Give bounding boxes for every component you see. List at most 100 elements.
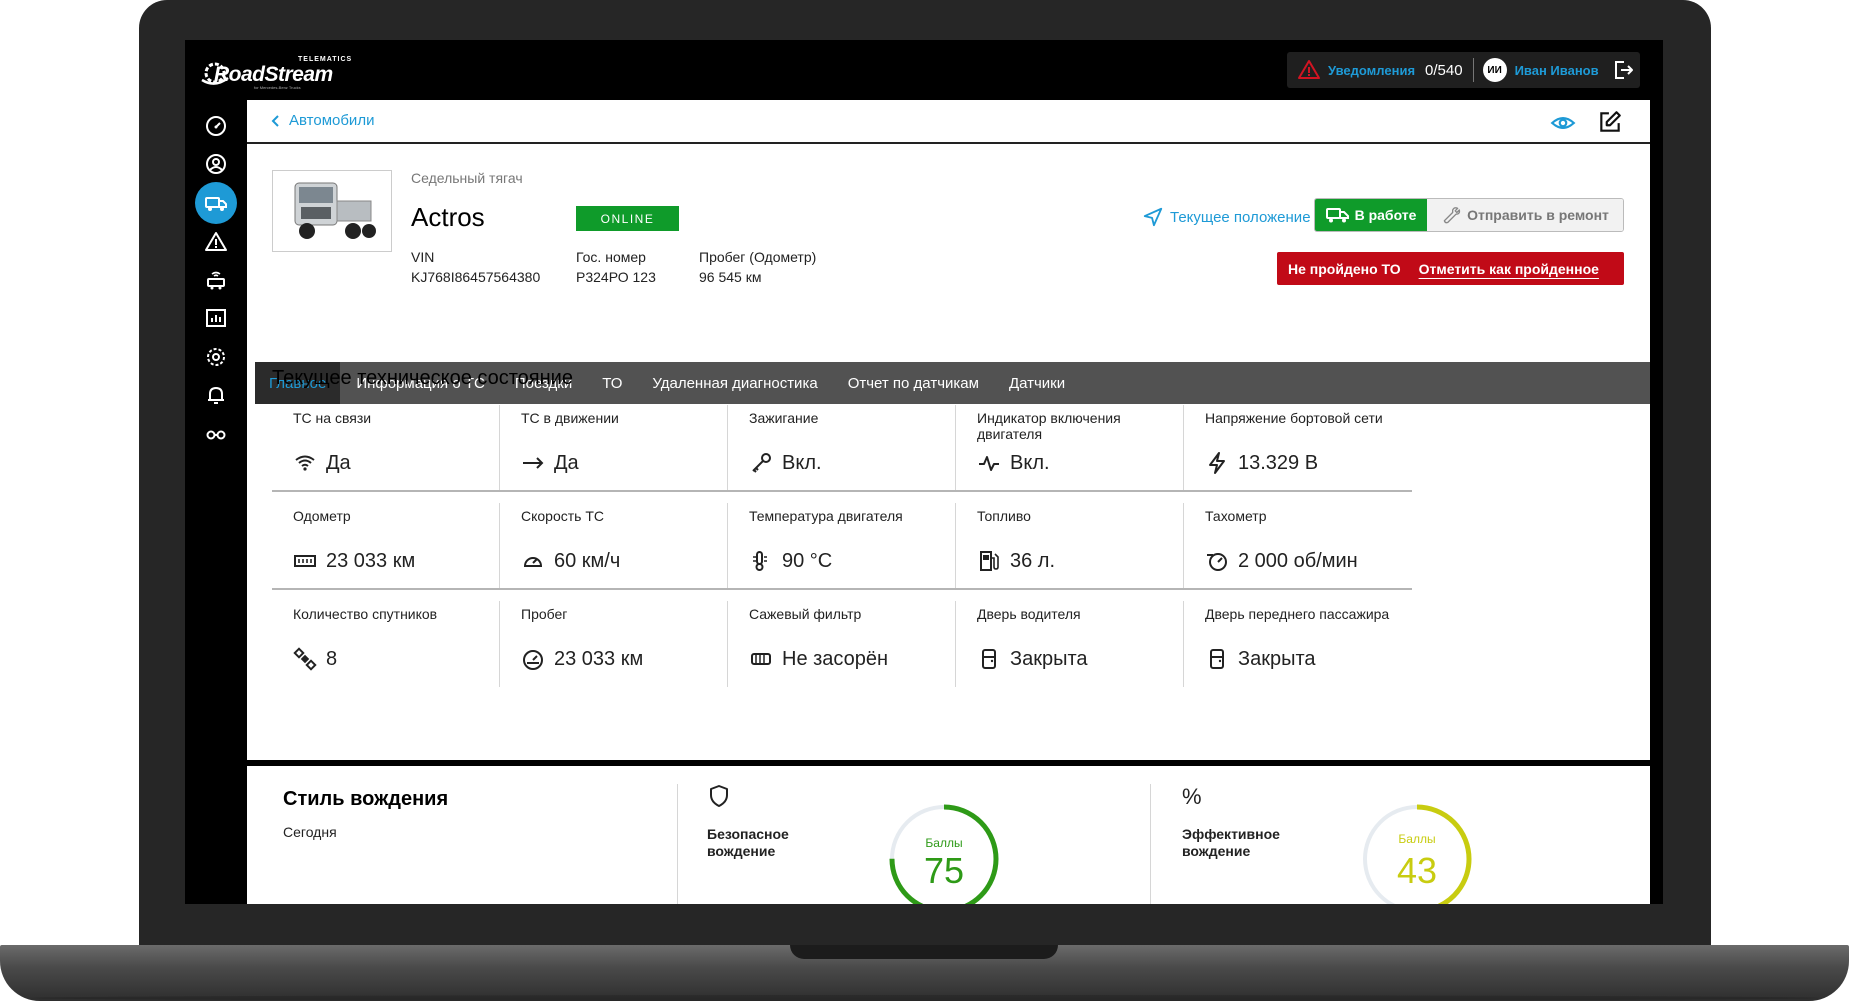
tech-cell-label: Температура двигателя — [749, 508, 903, 524]
tech-cell: Сажевый фильтр Не засорён — [728, 589, 956, 687]
logout-icon[interactable] — [1611, 58, 1635, 82]
tech-cell-value-text: Не засорён — [782, 647, 889, 670]
tech-cell-value: Не засорён — [749, 647, 888, 671]
tech-cell-value: Закрыта — [1205, 647, 1316, 671]
laptop-shadow — [30, 995, 1820, 1001]
tech-cell-value-text: Закрыта — [1238, 647, 1316, 670]
truck-icon — [205, 197, 227, 211]
sidebar-item-diagnostics[interactable] — [195, 259, 237, 301]
divider — [1472, 58, 1474, 82]
tech-cell-label: ТС на связи — [293, 410, 372, 426]
tech-cell-value: 36 л. — [977, 549, 1055, 573]
tech-cell-label: Одометр — [293, 508, 351, 524]
bell-icon — [208, 387, 224, 404]
section-title: Текущее техническое состояние — [272, 367, 573, 389]
door-icon — [1210, 649, 1224, 669]
tech-cell-value-text: Вкл. — [1010, 451, 1050, 474]
tech-cell-value-text: 60 км/ч — [554, 549, 621, 572]
sidebar-item-profile[interactable] — [195, 143, 237, 185]
sidebar-item-monitoring[interactable] — [195, 413, 237, 455]
plate-label: Гос. номер — [576, 249, 646, 265]
satellite-icon — [293, 647, 317, 671]
maintenance-alert: Не пройдено ТО Отметить как пройденное — [1277, 252, 1624, 285]
sidebar — [185, 100, 247, 904]
truck-icon — [1325, 208, 1349, 223]
main-content: Автомобили Седельный тягач Actros ONLINE… — [247, 100, 1650, 904]
divider — [272, 588, 1412, 590]
roadstream-logo[interactable]: RoadStream TELEMATICS for Mercedes-Benz … — [200, 52, 353, 90]
divider — [1150, 784, 1151, 904]
sidebar-item-notifications[interactable] — [195, 374, 237, 416]
efficient-driving-score: 43 — [1396, 850, 1438, 891]
tech-cell: Напряжение бортовой сети 13.329 В — [1184, 393, 1412, 491]
navigation-arrow-icon — [1143, 207, 1163, 227]
wifi-icon — [295, 455, 315, 471]
current-location-link[interactable]: Текущее положение — [1142, 206, 1311, 228]
divider — [272, 490, 1412, 492]
vehicle-panel: Автомобили Седельный тягач Actros ONLINE… — [247, 100, 1650, 760]
tech-cell-value: Да — [293, 451, 351, 475]
sidebar-item-vehicles[interactable] — [195, 182, 237, 224]
breadcrumb-back-label[interactable]: Автомобили — [289, 112, 374, 129]
fuel-icon — [980, 551, 999, 571]
notification-warning-icon[interactable] — [1297, 58, 1321, 82]
safe-driving-label-line2: вождение — [707, 843, 776, 859]
driving-style-period: Сегодня — [283, 824, 337, 840]
tech-cell-value-text: Закрыта — [1010, 647, 1088, 670]
safe-driving-score: 75 — [923, 850, 965, 891]
warning-icon — [205, 232, 227, 251]
send-to-repair-label: Отправить в ремонт — [1467, 207, 1609, 223]
current-location-label[interactable]: Текущее положение — [1170, 209, 1311, 226]
breadcrumb[interactable]: Автомобили — [269, 112, 374, 129]
tech-cell: Одометр 23 033 км — [272, 491, 500, 589]
tachometer-icon — [1207, 553, 1227, 571]
sidebar-item-alerts[interactable] — [195, 221, 237, 263]
tech-cell-label: Тахометр — [1205, 508, 1267, 524]
tech-cell-label: Дверь переднего пассажира — [1205, 606, 1390, 622]
tech-cell: Топливо 36 л. — [956, 491, 1184, 589]
tech-cell-label: Напряжение бортовой сети — [1205, 410, 1383, 426]
tech-cell: Тахометр 2 000 об/мин — [1184, 491, 1412, 589]
logo-tagline: TELEMATICS — [298, 56, 353, 63]
pulse-icon — [979, 456, 999, 471]
efficient-driving-label-line1: Эффективное — [1182, 826, 1280, 842]
tech-cell-value-text: 23 033 км — [554, 647, 644, 670]
tech-cell-value: Закрыта — [977, 647, 1088, 671]
avatar[interactable]: ИИ — [1482, 58, 1507, 82]
tech-cell-label: Топливо — [977, 508, 1031, 524]
truck-photo-icon — [294, 182, 376, 239]
in-work-button[interactable]: В работе — [1315, 199, 1427, 231]
vin-label: VIN — [411, 249, 435, 265]
eye-icon[interactable] — [1550, 110, 1576, 136]
user-circle-icon — [206, 154, 226, 174]
mark-passed-link[interactable]: Отметить как пройденное — [1419, 261, 1599, 277]
edit-icon[interactable] — [1597, 109, 1623, 135]
notifications-link[interactable]: Уведомления — [1328, 63, 1415, 78]
tech-cell-value-text: 36 л. — [1010, 549, 1056, 572]
speedometer-icon — [523, 557, 543, 567]
safe-driving-caption: Баллы — [925, 836, 963, 850]
lightning-icon — [1209, 452, 1225, 474]
sidebar-item-dashboard[interactable] — [195, 105, 237, 147]
safe-driving-label: Безопасное вождение — [707, 826, 817, 860]
driving-style-panel: Стиль вождения Сегодня Безопасное вожден… — [247, 766, 1650, 904]
sidebar-item-reports[interactable] — [195, 297, 237, 339]
chevron-left-icon — [271, 114, 279, 127]
user-name-link[interactable]: Иван Иванов — [1515, 63, 1599, 78]
tech-cell-value-text: 90 °С — [782, 549, 833, 572]
tech-cell: Дверь водителя Закрыта — [956, 589, 1184, 687]
send-to-repair-button[interactable]: Отправить в ремонт — [1427, 199, 1623, 231]
driving-style-title: Стиль вождения — [283, 788, 449, 810]
tech-cell-label: Количество спутников — [293, 606, 438, 622]
tech-cell-value-text: 23 033 км — [326, 549, 416, 572]
sidebar-item-settings[interactable] — [195, 336, 237, 378]
wrench-icon — [1443, 207, 1461, 224]
tech-cell-value-text: Вкл. — [782, 451, 822, 474]
shield-icon — [710, 785, 728, 807]
safe-driving-label-line1: Безопасное — [707, 826, 789, 842]
tech-cell: ТС на связи Да — [272, 393, 500, 491]
filter-icon — [751, 653, 771, 665]
tech-cell: ТС в движении Да — [500, 393, 728, 491]
tech-cell-value: 90 °С — [749, 549, 832, 573]
user-box: Уведомления 0/540 ИИ Иван Иванов — [1287, 52, 1640, 88]
